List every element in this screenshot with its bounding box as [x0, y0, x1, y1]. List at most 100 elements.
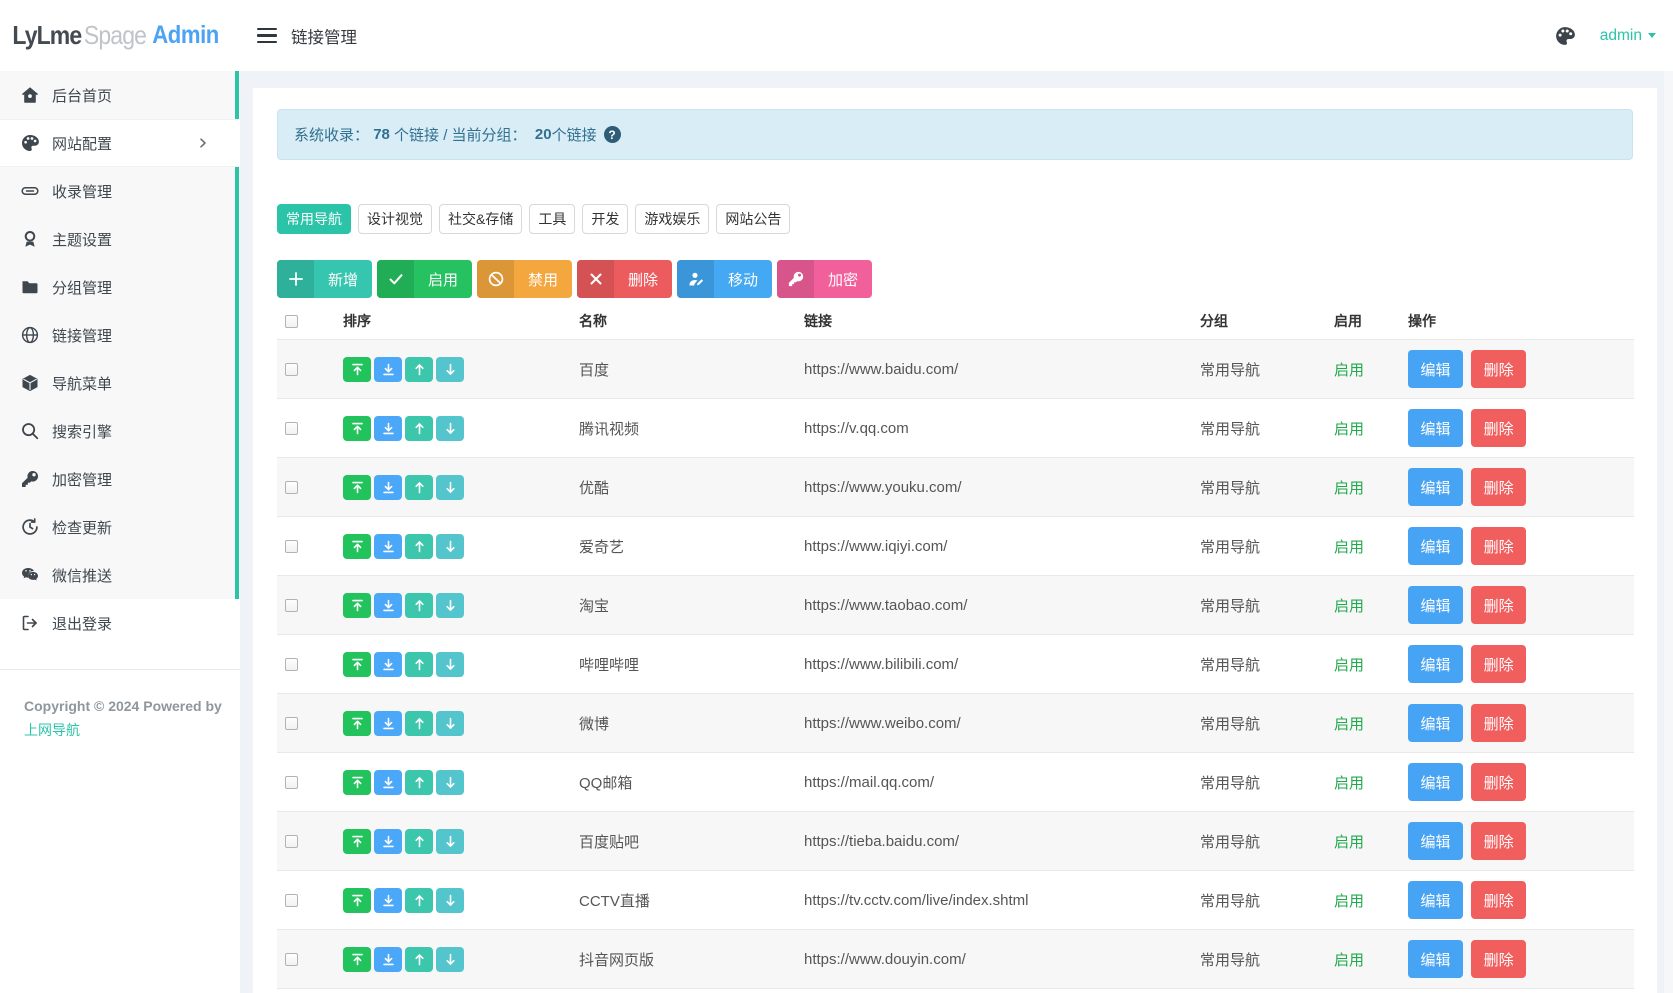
delete-button[interactable]: 删除 [1471, 409, 1526, 447]
toolbar-button[interactable]: 移动 [677, 260, 772, 298]
move-to-top-button[interactable] [343, 475, 371, 500]
sidebar-item[interactable]: 收录管理 [0, 167, 240, 215]
row-checkbox[interactable] [285, 717, 298, 730]
sidebar-item[interactable]: 网站配置 [0, 119, 240, 167]
move-to-top-button[interactable] [343, 770, 371, 795]
move-to-bottom-button[interactable] [374, 593, 402, 618]
move-up-button[interactable] [405, 357, 433, 382]
move-to-top-button[interactable] [343, 357, 371, 382]
select-all-checkbox[interactable] [285, 315, 298, 328]
move-down-button[interactable] [436, 888, 464, 913]
page-scrollbar[interactable] [1664, 71, 1673, 993]
row-checkbox[interactable] [285, 599, 298, 612]
user-menu[interactable]: admin [1600, 27, 1663, 45]
toolbar-button[interactable]: 禁用 [477, 260, 572, 298]
delete-button[interactable]: 删除 [1471, 645, 1526, 683]
toolbar-button[interactable]: 加密 [777, 260, 872, 298]
move-down-button[interactable] [436, 357, 464, 382]
sidebar-item[interactable]: 搜索引擎 [0, 407, 240, 455]
group-tab[interactable]: 设计视觉 [358, 204, 432, 234]
delete-button[interactable]: 删除 [1471, 527, 1526, 565]
delete-button[interactable]: 删除 [1471, 881, 1526, 919]
move-down-button[interactable] [436, 475, 464, 500]
move-to-bottom-button[interactable] [374, 947, 402, 972]
toolbar-button[interactable]: 启用 [377, 260, 472, 298]
row-checkbox[interactable] [285, 422, 298, 435]
hamburger-menu-icon[interactable] [257, 24, 277, 48]
row-checkbox[interactable] [285, 776, 298, 789]
move-to-bottom-button[interactable] [374, 888, 402, 913]
move-to-top-button[interactable] [343, 711, 371, 736]
edit-button[interactable]: 编辑 [1408, 704, 1463, 742]
delete-button[interactable]: 删除 [1471, 822, 1526, 860]
edit-button[interactable]: 编辑 [1408, 527, 1463, 565]
toolbar-button[interactable]: 新增 [277, 260, 372, 298]
move-down-button[interactable] [436, 711, 464, 736]
group-tab[interactable]: 开发 [582, 204, 628, 234]
edit-button[interactable]: 编辑 [1408, 881, 1463, 919]
copyright-link[interactable]: 上网导航 [24, 722, 80, 738]
move-down-button[interactable] [436, 416, 464, 441]
brand-logo[interactable]: LyLme Spage Admin [0, 0, 212, 71]
group-tab[interactable]: 工具 [529, 204, 575, 234]
edit-button[interactable]: 编辑 [1408, 645, 1463, 683]
edit-button[interactable]: 编辑 [1408, 763, 1463, 801]
move-to-top-button[interactable] [343, 947, 371, 972]
sidebar-item[interactable]: 链接管理 [0, 311, 240, 359]
sidebar-item[interactable]: 主题设置 [0, 215, 240, 263]
move-to-top-button[interactable] [343, 534, 371, 559]
group-tab[interactable]: 社交&存储 [439, 204, 522, 234]
move-up-button[interactable] [405, 829, 433, 854]
row-checkbox[interactable] [285, 363, 298, 376]
move-up-button[interactable] [405, 652, 433, 677]
move-down-button[interactable] [436, 652, 464, 677]
delete-button[interactable]: 删除 [1471, 350, 1526, 388]
delete-button[interactable]: 删除 [1471, 763, 1526, 801]
sidebar-item[interactable]: 分组管理 [0, 263, 240, 311]
move-up-button[interactable] [405, 770, 433, 795]
move-to-bottom-button[interactable] [374, 357, 402, 382]
move-to-bottom-button[interactable] [374, 534, 402, 559]
move-up-button[interactable] [405, 711, 433, 736]
sidebar-item[interactable]: 加密管理 [0, 455, 240, 503]
move-down-button[interactable] [436, 770, 464, 795]
move-to-top-button[interactable] [343, 829, 371, 854]
move-up-button[interactable] [405, 416, 433, 441]
edit-button[interactable]: 编辑 [1408, 586, 1463, 624]
row-checkbox[interactable] [285, 835, 298, 848]
group-tab[interactable]: 常用导航 [277, 204, 351, 234]
move-down-button[interactable] [436, 829, 464, 854]
edit-button[interactable]: 编辑 [1408, 409, 1463, 447]
move-to-bottom-button[interactable] [374, 652, 402, 677]
sidebar-item[interactable]: 检查更新 [0, 503, 240, 551]
row-checkbox[interactable] [285, 658, 298, 671]
move-to-top-button[interactable] [343, 888, 371, 913]
edit-button[interactable]: 编辑 [1408, 940, 1463, 978]
edit-button[interactable]: 编辑 [1408, 468, 1463, 506]
toolbar-button[interactable]: 删除 [577, 260, 672, 298]
row-checkbox[interactable] [285, 540, 298, 553]
delete-button[interactable]: 删除 [1471, 468, 1526, 506]
help-question-icon[interactable]: ? [604, 126, 621, 143]
move-down-button[interactable] [436, 534, 464, 559]
sidebar-item[interactable]: 导航菜单 [0, 359, 240, 407]
move-to-bottom-button[interactable] [374, 475, 402, 500]
sidebar-item-logout[interactable]: 退出登录 [0, 599, 240, 647]
move-to-bottom-button[interactable] [374, 711, 402, 736]
move-to-bottom-button[interactable] [374, 770, 402, 795]
delete-button[interactable]: 删除 [1471, 586, 1526, 624]
delete-button[interactable]: 删除 [1471, 704, 1526, 742]
edit-button[interactable]: 编辑 [1408, 350, 1463, 388]
move-to-top-button[interactable] [343, 416, 371, 441]
move-up-button[interactable] [405, 947, 433, 972]
move-up-button[interactable] [405, 534, 433, 559]
row-checkbox[interactable] [285, 953, 298, 966]
delete-button[interactable]: 删除 [1471, 940, 1526, 978]
move-down-button[interactable] [436, 947, 464, 972]
move-up-button[interactable] [405, 475, 433, 500]
move-down-button[interactable] [436, 593, 464, 618]
group-tab[interactable]: 网站公告 [716, 204, 790, 234]
theme-palette-icon[interactable] [1555, 26, 1575, 46]
edit-button[interactable]: 编辑 [1408, 822, 1463, 860]
row-checkbox[interactable] [285, 481, 298, 494]
